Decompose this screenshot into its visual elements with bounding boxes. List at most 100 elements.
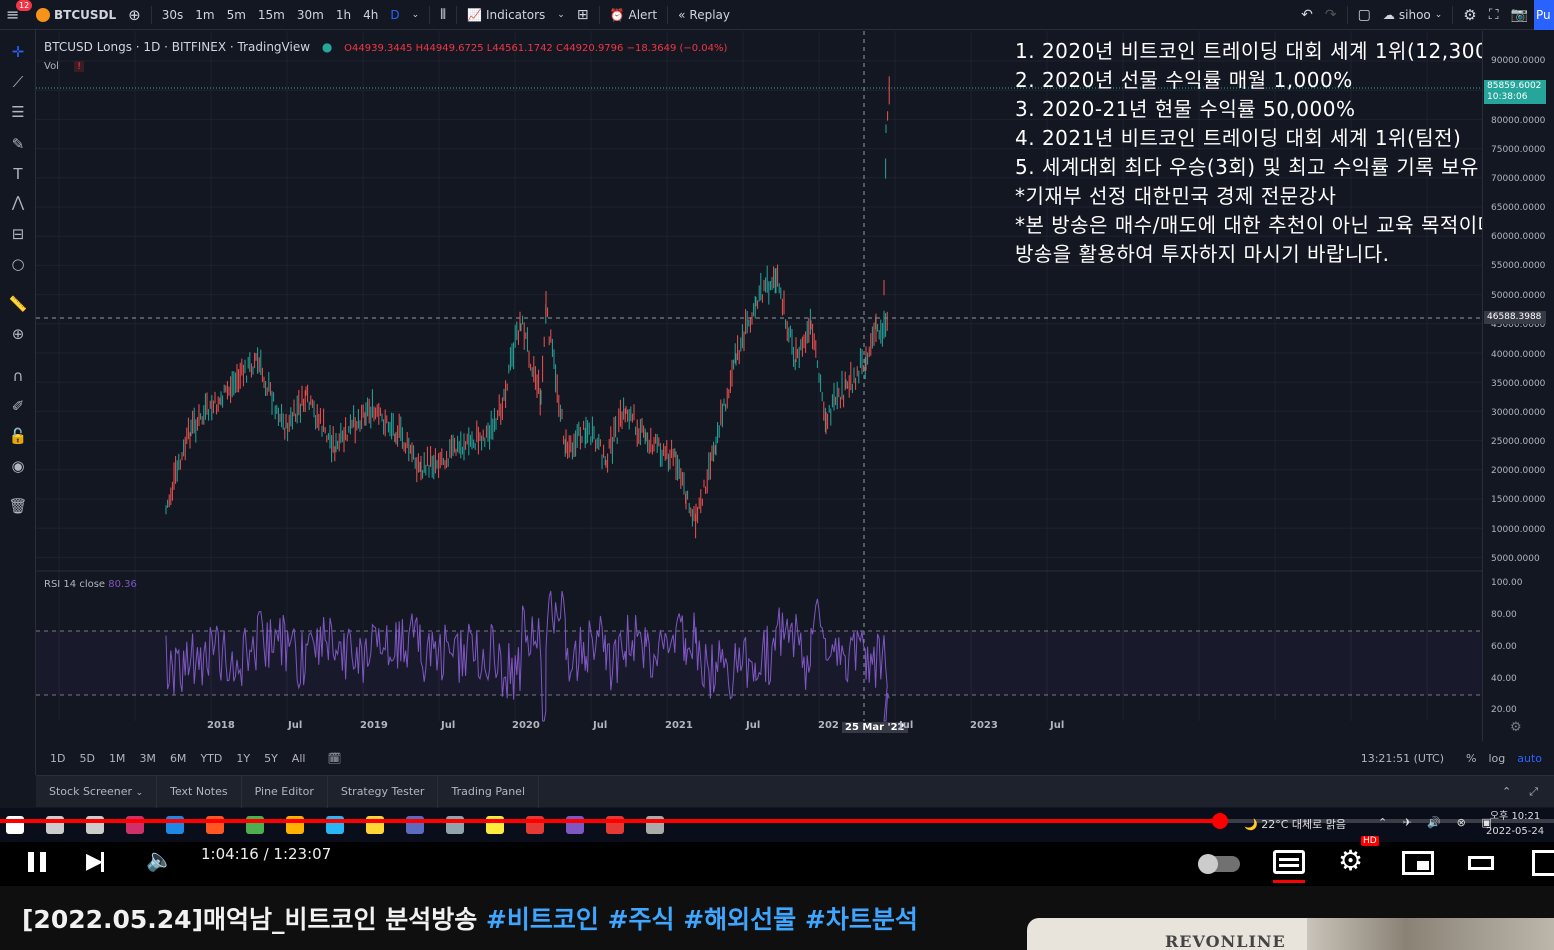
maximize-panel-icon[interactable]: ⤢: [1529, 785, 1538, 799]
time-tick-label: Jul: [593, 720, 608, 731]
tab-stock-screener[interactable]: Stock Screener ⌄: [36, 775, 158, 808]
tab-text-notes[interactable]: Text Notes: [157, 775, 242, 808]
candles-icon[interactable]: ⫴: [434, 0, 452, 30]
tab-label: Stock Screener: [49, 784, 133, 798]
calendar-icon[interactable]: 🗓: [327, 752, 341, 765]
price-tick-label: 5000.0000: [1491, 554, 1540, 564]
ruler-icon[interactable]: 📏: [4, 292, 32, 316]
auto-toggle[interactable]: auto: [1517, 752, 1542, 765]
publish-button[interactable]: Pu: [1534, 0, 1554, 30]
next-icon[interactable]: ▶︎: [86, 850, 104, 874]
trash-icon[interactable]: 🗑: [4, 494, 32, 518]
prediction-icon[interactable]: ⊟: [4, 222, 32, 246]
fullscreen-icon[interactable]: [1532, 850, 1554, 876]
settings-gear-icon[interactable]: ⚙: [1338, 844, 1363, 877]
overlay-line: 5. 세계대회 최다 우승(3회) 및 최고 수익률 기록 보유: [1015, 155, 1479, 179]
ad-thumbnail[interactable]: REVONLINE: [1027, 918, 1554, 950]
rsi-tick-label: 20.00: [1491, 705, 1517, 715]
volume-icon[interactable]: 🔈: [146, 848, 173, 873]
text-icon[interactable]: T: [4, 162, 32, 186]
theater-mode-icon[interactable]: [1468, 856, 1494, 870]
symbol-search[interactable]: BTCUSDL: [30, 0, 122, 30]
expand-icon[interactable]: ⛶: [1483, 0, 1505, 30]
miniplayer-icon[interactable]: [1402, 851, 1434, 875]
warning-icon: !: [74, 61, 85, 72]
bitcoin-icon: [36, 7, 50, 22]
cloud-layout-button[interactable]: ☁ sihoo ⌄: [1377, 0, 1448, 30]
chevron-up-icon[interactable]: ⌃: [1502, 785, 1511, 798]
range-all[interactable]: All: [292, 752, 306, 765]
ad-image: [1307, 918, 1554, 950]
video-title-hashtags[interactable]: #비트코인 #주식 #해외선물 #차트분석: [486, 905, 918, 934]
pattern-icon[interactable]: ⋀: [4, 190, 32, 214]
cloud-icon: ☁: [1382, 7, 1395, 22]
range-6m[interactable]: 6M: [170, 752, 187, 765]
camera-icon[interactable]: 📷: [1505, 0, 1534, 30]
chevron-down-icon[interactable]: ⌄: [551, 0, 571, 30]
pause-icon[interactable]: [26, 850, 50, 874]
progress-scrubber[interactable]: [1211, 813, 1228, 829]
eye-icon[interactable]: ◉: [4, 454, 32, 478]
percent-toggle[interactable]: %: [1466, 752, 1476, 765]
interval-4h[interactable]: 4h: [357, 0, 384, 30]
range-3m[interactable]: 3M: [139, 752, 156, 765]
rewind-icon: «: [678, 7, 686, 22]
subtitles-icon[interactable]: [1273, 850, 1305, 874]
zoom-icon[interactable]: ⊕: [4, 322, 32, 346]
chevron-down-icon[interactable]: ⌄: [406, 0, 426, 30]
interval-30m[interactable]: 30m: [291, 0, 330, 30]
lock-icon[interactable]: 🔓: [4, 424, 32, 448]
lock-drawing-icon[interactable]: ✐: [4, 394, 32, 418]
brush-icon[interactable]: ✎: [4, 132, 32, 156]
alert-button[interactable]: ⏰ Alert: [604, 0, 664, 30]
rsi-label: RSI 14 close: [44, 579, 106, 590]
price-tick-label: 55000.0000: [1491, 261, 1546, 271]
video-time: 1:04:16 / 1:23:07: [201, 845, 332, 863]
settings-gear-icon[interactable]: ⚙: [1510, 720, 1522, 735]
alarm-clock-icon: ⏰: [609, 7, 625, 22]
tab-pine-editor[interactable]: Pine Editor: [242, 775, 328, 808]
tab-trading-panel[interactable]: Trading Panel: [438, 775, 539, 808]
add-symbol-icon[interactable]: ⊕: [122, 0, 147, 30]
range-1y[interactable]: 1Y: [236, 752, 250, 765]
replay-button[interactable]: « Replay: [672, 0, 736, 30]
shape-icon[interactable]: ○: [4, 252, 32, 276]
indicators-button[interactable]: 📈 Indicators: [461, 0, 551, 30]
legend-title: BTCUSD Longs · 1D · BITFINEX · TradingVi…: [44, 40, 311, 54]
interval-1h[interactable]: 1h: [330, 0, 357, 30]
candles: [165, 76, 890, 539]
crosshair-icon[interactable]: ✛: [4, 40, 32, 64]
video-progress-bar[interactable]: [0, 813, 1554, 829]
log-toggle[interactable]: log: [1488, 752, 1505, 765]
vol-text: Vol: [44, 61, 59, 72]
range-5d[interactable]: 5D: [79, 752, 94, 765]
layout-name: sihoo: [1398, 7, 1431, 22]
magnet-icon[interactable]: ∩: [4, 364, 32, 388]
interval-15m[interactable]: 15m: [252, 0, 291, 30]
tray-clock[interactable]: 오후 10:21 2022-05-24: [1486, 809, 1544, 839]
interval-1m[interactable]: 1m: [189, 0, 220, 30]
range-1m[interactable]: 1M: [109, 752, 126, 765]
range-1d[interactable]: 1D: [50, 752, 65, 765]
layout-icon[interactable]: ⊞: [571, 0, 595, 30]
replay-label: Replay: [689, 7, 731, 22]
indicators-icon: 📈: [467, 7, 482, 22]
video-title-text: [2022.05.24]매억남_비트코인 분석방송: [22, 905, 486, 934]
autoplay-toggle[interactable]: [1198, 854, 1240, 874]
utc-clock[interactable]: 13:21:51 (UTC): [1361, 752, 1444, 765]
interval-d[interactable]: D: [384, 0, 405, 30]
fib-icon[interactable]: ☰: [4, 100, 32, 124]
range-ytd[interactable]: YTD: [200, 752, 222, 765]
tab-strategy-tester[interactable]: Strategy Tester: [328, 775, 439, 808]
interval-30s[interactable]: 30s: [156, 0, 190, 30]
fullscreen-box-icon[interactable]: ▢: [1352, 0, 1377, 30]
range-5y[interactable]: 5Y: [264, 752, 278, 765]
price-tick-label: 50000.0000: [1491, 291, 1546, 301]
redo-icon[interactable]: ↷: [1319, 0, 1343, 30]
undo-icon[interactable]: ↶: [1295, 0, 1319, 30]
gear-icon[interactable]: ⚙: [1457, 0, 1482, 30]
stream-overlay-text: 1. 2020년 비트코인 트레이딩 대회 세계 1위(12,300%) 2. …: [1015, 37, 1516, 269]
interval-5m[interactable]: 5m: [221, 0, 252, 30]
trend-line-icon[interactable]: ⟋: [4, 70, 32, 94]
last-price-box: 85859.6002 10:38:06: [1484, 80, 1546, 104]
